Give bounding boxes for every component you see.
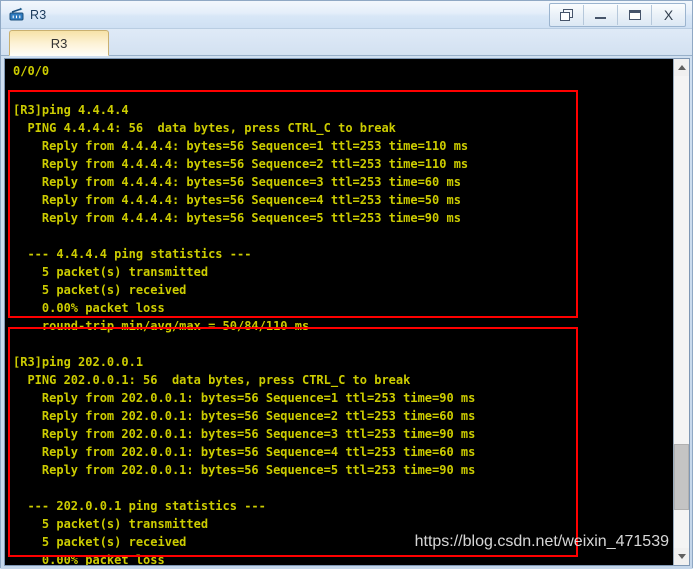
terminal-line: PING 202.0.0.1: 56 data bytes, press CTR… (13, 373, 411, 387)
maximize-icon (628, 9, 641, 20)
terminal-line: Reply from 202.0.0.1: bytes=56 Sequence=… (13, 391, 476, 405)
terminal-line: --- 202.0.0.1 ping statistics --- (13, 499, 266, 513)
minimize-icon (595, 17, 606, 19)
terminal-line: Reply from 202.0.0.1: bytes=56 Sequence=… (13, 427, 476, 441)
scrollbar-track[interactable] (674, 76, 689, 548)
title-bar: R3 X (1, 1, 692, 29)
terminal-line: PING 4.4.4.4: 56 data bytes, press CTRL_… (13, 121, 396, 135)
terminal-line: --- 4.4.4.4 ping statistics --- (13, 247, 252, 261)
router-console-window: R3 X R3 0/0/0 [R3]ping 4.4.4.4 PING 4.4.… (0, 0, 693, 569)
terminal-line: Reply from 4.4.4.4: bytes=56 Sequence=3 … (13, 175, 461, 189)
restore-window-button[interactable] (550, 4, 584, 25)
restore-icon (560, 8, 573, 21)
terminal-line: Reply from 202.0.0.1: bytes=56 Sequence=… (13, 409, 476, 423)
terminal-line: Reply from 4.4.4.4: bytes=56 Sequence=2 … (13, 157, 469, 171)
terminal-line: Reply from 4.4.4.4: bytes=56 Sequence=1 … (13, 139, 469, 153)
maximize-button[interactable] (618, 4, 652, 25)
close-icon: X (663, 6, 674, 23)
terminal-line: 0.00% packet loss (13, 553, 165, 566)
terminal-line: Reply from 4.4.4.4: bytes=56 Sequence=5 … (13, 211, 461, 225)
router-icon (8, 6, 25, 23)
minimize-button[interactable] (584, 4, 618, 25)
terminal-output[interactable]: 0/0/0 [R3]ping 4.4.4.4 PING 4.4.4.4: 56 … (4, 58, 673, 566)
terminal-line: Reply from 4.4.4.4: bytes=56 Sequence=4 … (13, 193, 461, 207)
chevron-down-icon (677, 554, 686, 559)
scroll-down-button[interactable] (674, 548, 689, 565)
chevron-up-icon (677, 65, 686, 70)
terminal-line: Reply from 202.0.0.1: bytes=56 Sequence=… (13, 463, 476, 477)
terminal-line: 5 packet(s) received (13, 535, 187, 549)
terminal-line: [R3]ping 4.4.4.4 (13, 103, 129, 117)
scrollbar-thumb[interactable] (674, 444, 689, 510)
terminal-line: 0.00% packet loss (13, 301, 165, 315)
terminal-line: 5 packet(s) received (13, 283, 187, 297)
terminal-line: 5 packet(s) transmitted (13, 517, 209, 531)
scroll-up-button[interactable] (674, 59, 689, 76)
terminal-line-list: [R3]ping 4.4.4.4 PING 4.4.4.4: 56 data b… (5, 83, 673, 566)
terminal-line: 5 packet(s) transmitted (13, 265, 209, 279)
console-area: 0/0/0 [R3]ping 4.4.4.4 PING 4.4.4.4: 56 … (1, 56, 692, 569)
interface-status-line: 0/0/0 (13, 64, 50, 78)
tab-r3[interactable]: R3 (9, 30, 109, 56)
window-title: R3 (30, 7, 47, 22)
tab-strip: R3 (1, 29, 692, 56)
window-controls: X (549, 2, 686, 27)
terminal-line: round-trip min/avg/max = 50/84/110 ms (13, 319, 310, 333)
terminal-line: [R3]ping 202.0.0.1 (13, 355, 144, 369)
terminal-line: Reply from 202.0.0.1: bytes=56 Sequence=… (13, 445, 476, 459)
close-button[interactable]: X (652, 5, 685, 25)
tab-label: R3 (50, 35, 68, 51)
vertical-scrollbar[interactable] (673, 58, 690, 566)
